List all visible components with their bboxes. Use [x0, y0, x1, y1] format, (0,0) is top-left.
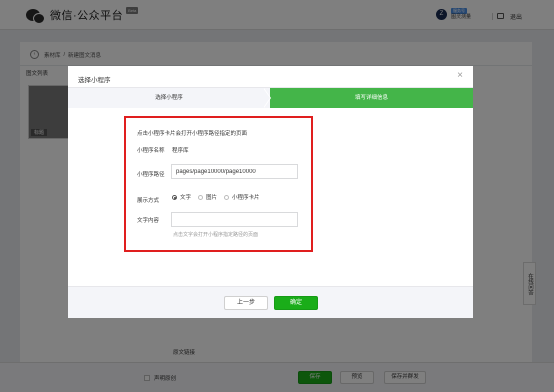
radio-checked-icon[interactable]: [172, 194, 177, 200]
radio-card[interactable]: 小程序卡片: [224, 193, 260, 201]
radio-unchecked-icon[interactable]: [224, 194, 230, 200]
radio-image[interactable]: 图片: [198, 193, 217, 201]
step-select-mini-program[interactable]: 选择小程序: [68, 88, 270, 108]
radio-text[interactable]: 文字: [172, 193, 191, 201]
previous-step-button[interactable]: 上一步: [224, 296, 268, 310]
display-mode-label: 展示方式: [137, 198, 160, 204]
step-label: 填写详细信息: [354, 95, 388, 101]
mini-program-path-label: 小程序路径: [137, 172, 165, 178]
mini-program-path-input[interactable]: [171, 164, 298, 179]
dialog-footer: 上一步 确定: [68, 286, 473, 318]
select-mini-program-dialog: 选择小程序 × 选择小程序 填写详细信息 点击小程序卡片会打开小程序路径指定的页…: [68, 66, 473, 318]
display-mode-radio-group: 文字 图片 小程序卡片: [172, 193, 267, 201]
text-content-input[interactable]: [171, 212, 298, 227]
confirm-button[interactable]: 确定: [274, 296, 318, 310]
text-content-label: 文字内容: [137, 218, 160, 224]
close-icon[interactable]: ×: [457, 71, 463, 81]
mini-program-name-label: 小程序名称: [137, 148, 165, 154]
step-label: 选择小程序: [155, 95, 183, 101]
radio-unchecked-icon[interactable]: [198, 194, 204, 200]
dialog-title: 选择小程序: [78, 77, 111, 84]
text-content-hint: 点击文字会打开小程序指定路径的页面: [173, 232, 259, 238]
step-fill-details: 填写详细信息: [270, 88, 473, 108]
step-indicator: 选择小程序 填写详细信息: [68, 88, 473, 108]
mini-program-name-value: 程序库: [172, 148, 189, 154]
form-tip: 点击小程序卡片会打开小程序路径指定的页面: [137, 131, 248, 137]
radio-label: 小程序卡片: [232, 195, 260, 201]
step-arrow: [263, 88, 270, 108]
radio-label: 图片: [206, 195, 218, 201]
radio-label: 文字: [180, 195, 192, 201]
